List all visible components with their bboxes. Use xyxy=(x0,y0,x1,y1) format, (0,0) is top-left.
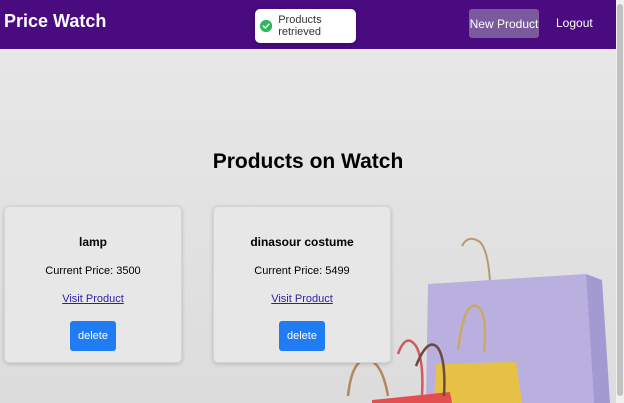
delete-button[interactable]: delete xyxy=(70,321,116,351)
app-title[interactable]: Price Watch xyxy=(4,11,106,32)
product-name: lamp xyxy=(78,235,107,249)
toast-message: Products retrieved xyxy=(278,14,322,38)
product-price: Current Price: 3500 xyxy=(45,265,141,277)
delete-button[interactable]: delete xyxy=(279,321,325,351)
scrollbar-thumb[interactable] xyxy=(617,4,623,396)
page-title: Products on Watch xyxy=(212,150,404,173)
new-product-button[interactable]: New Product xyxy=(469,9,539,38)
product-price: Current Price: 5499 xyxy=(254,265,350,277)
visit-product-link[interactable]: Visit Product xyxy=(5,293,181,305)
product-card: lamp Current Price: 3500 Visit Product d… xyxy=(4,206,182,363)
visit-product-link[interactable]: Visit Product xyxy=(214,293,390,305)
check-circle-icon xyxy=(260,19,273,33)
product-card: dinasour costume Current Price: 5499 Vis… xyxy=(213,206,391,363)
toast-notification: Products retrieved xyxy=(255,9,356,43)
product-name: dinasour costume xyxy=(250,235,354,249)
vertical-scrollbar[interactable] xyxy=(616,0,624,403)
logout-link[interactable]: Logout xyxy=(556,16,593,30)
